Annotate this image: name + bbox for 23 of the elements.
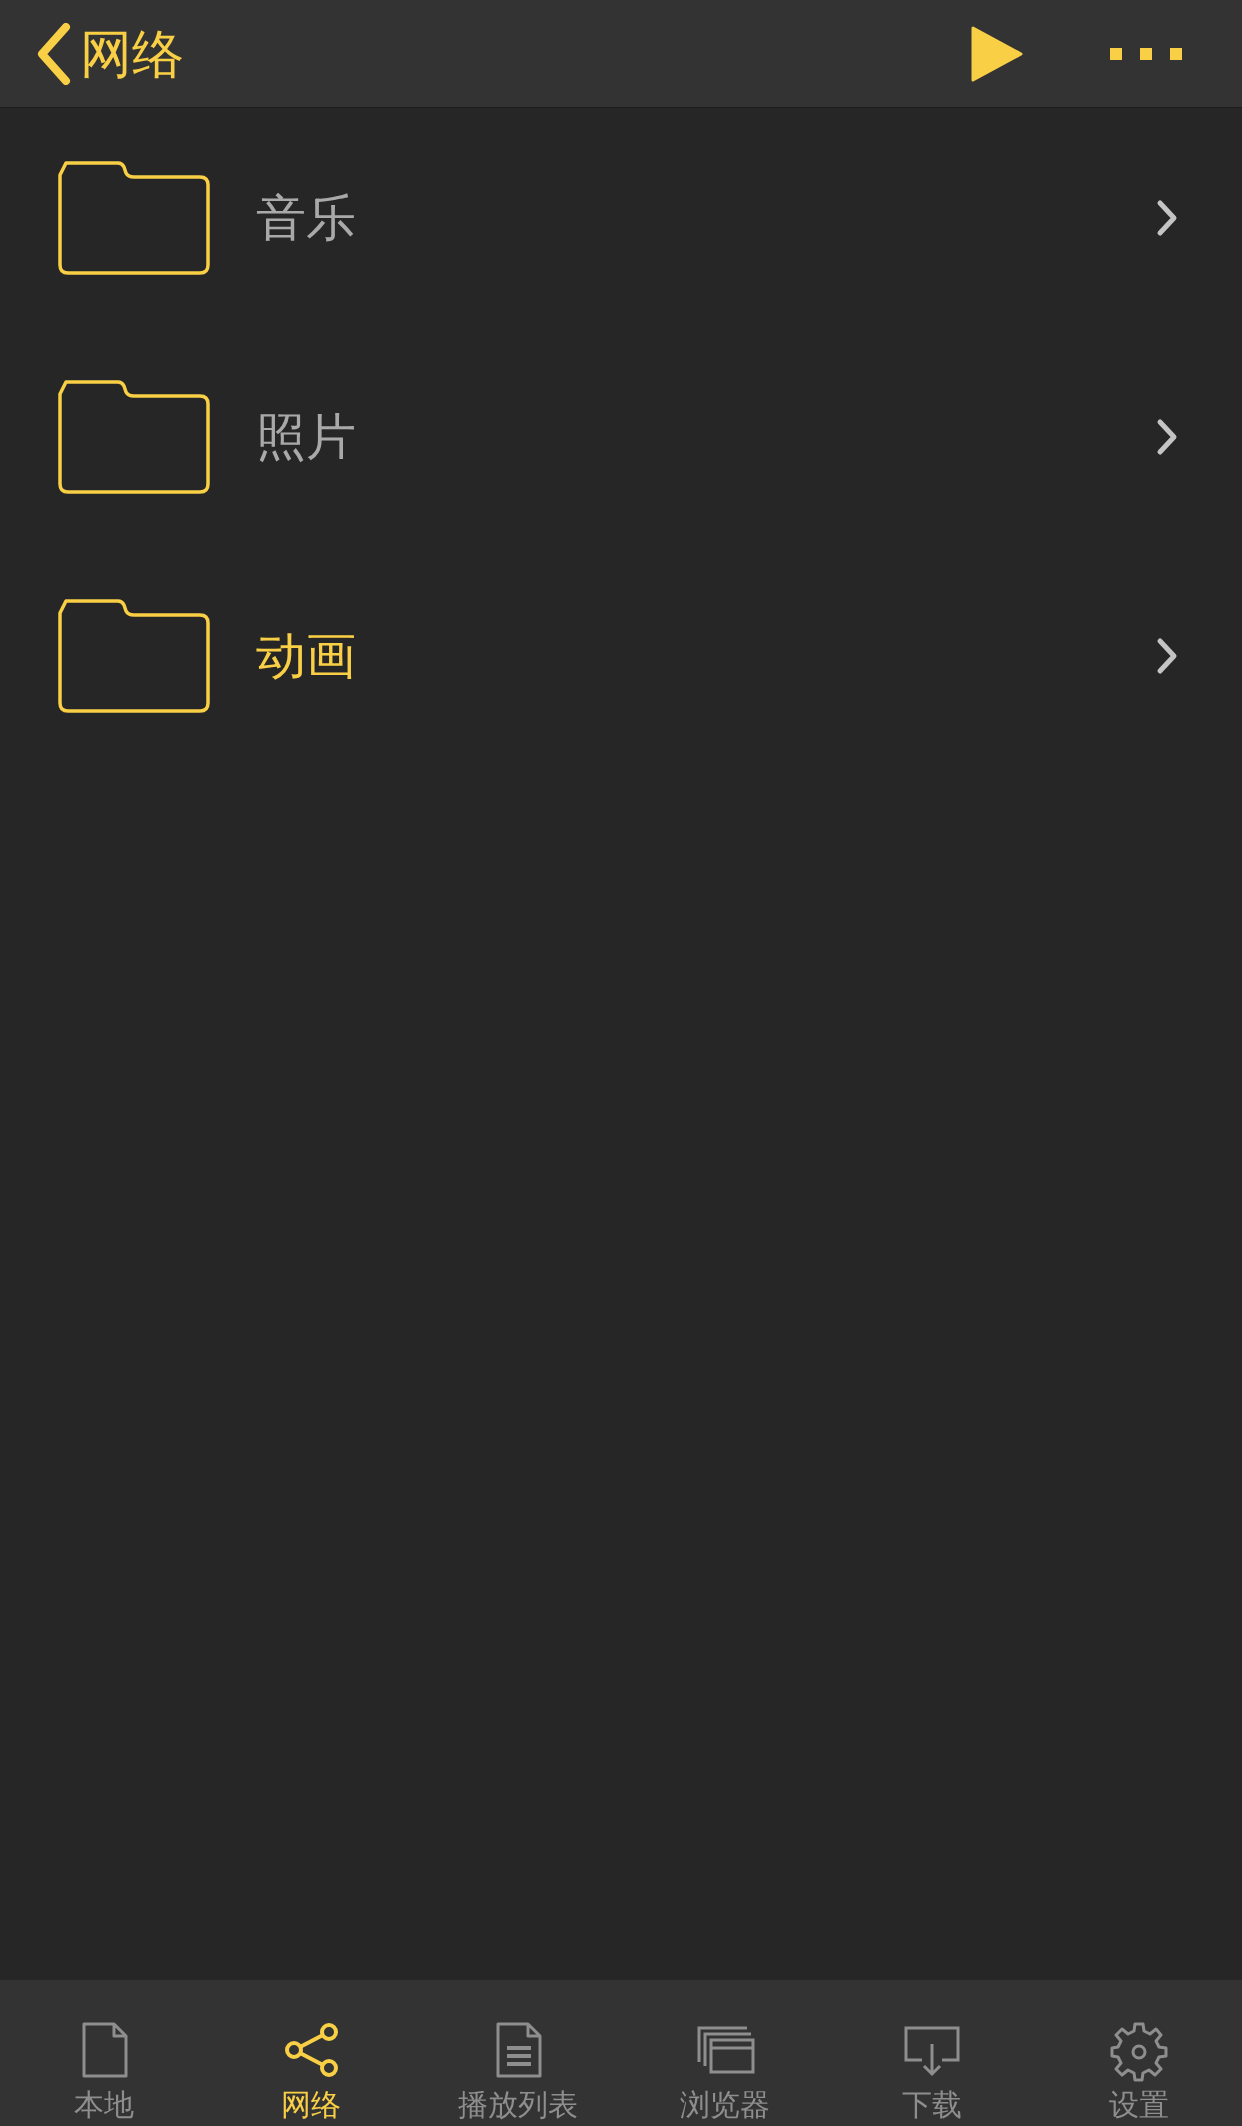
back-chevron-icon <box>36 22 72 85</box>
folder-icon <box>58 160 210 275</box>
folder-icon <box>58 379 210 494</box>
folder-name: 音乐 <box>256 192 356 243</box>
folder-name: 照片 <box>256 411 356 462</box>
back-button[interactable]: 网络 <box>36 22 184 85</box>
settings-icon <box>1108 2020 1169 2082</box>
folder-row[interactable]: 音乐 <box>0 108 1242 327</box>
folder-icon <box>58 598 210 713</box>
tab-bar-item[interactable]: 网络 <box>207 1980 414 2126</box>
tab-bar-item[interactable]: 本地 <box>0 1980 207 2126</box>
tab-bar-item[interactable]: 下载 <box>828 1980 1035 2126</box>
folder-row[interactable]: 照片 <box>0 327 1242 546</box>
tab-bar-item[interactable]: 播放列表 <box>414 1980 621 2126</box>
chevron-right-icon <box>1156 198 1178 237</box>
chevron-right-icon <box>1156 417 1178 456</box>
tab-bar-item[interactable]: 浏览器 <box>621 1980 828 2126</box>
tab-bar-item[interactable]: 设置 <box>1035 1980 1242 2126</box>
play-icon[interactable] <box>970 24 1024 83</box>
folder-row[interactable]: 动画 <box>0 546 1242 765</box>
chevron-right-icon <box>1156 636 1178 675</box>
more-icon[interactable] <box>1110 46 1182 61</box>
folder-name: 动画 <box>256 630 356 681</box>
